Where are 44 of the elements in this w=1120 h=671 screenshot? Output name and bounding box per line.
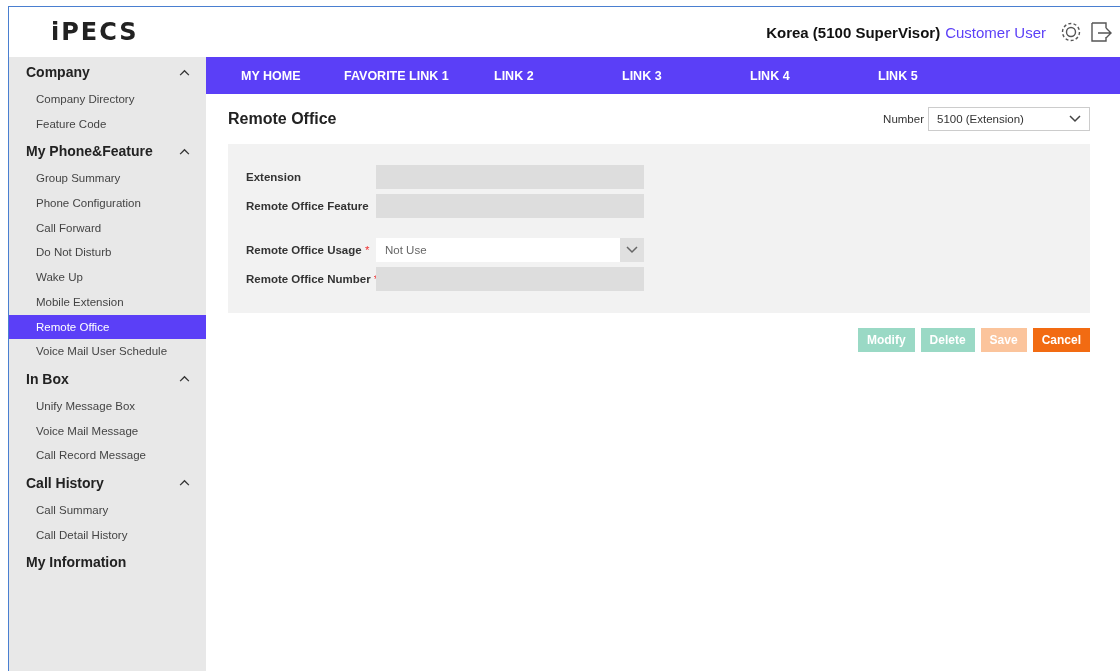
nav-link[interactable]: LINK 4 <box>750 68 878 83</box>
user-context: Korea (5100 SuperVisor) <box>766 23 941 41</box>
caret-icon[interactable] <box>179 479 190 487</box>
nav-link[interactable]: MY HOME <box>241 68 344 83</box>
sidebar-item[interactable]: Wake Up <box>9 265 206 290</box>
sidebar-item[interactable]: Do Not Disturb <box>9 240 206 266</box>
sidebar-item[interactable]: Phone Configuration <box>9 191 206 216</box>
sidebar-group-header[interactable]: In Box <box>9 363 206 394</box>
nav-link[interactable]: FAVORITE LINK 1 <box>344 68 494 83</box>
chevron-icon[interactable] <box>626 245 638 254</box>
field-label: Number <box>883 113 924 125</box>
caret-icon[interactable] <box>179 147 190 155</box>
sidebar-item[interactable]: Call Detail History <box>9 522 206 548</box>
sidebar-item[interactable]: Remote Office <box>9 314 206 340</box>
user-name-link[interactable]: Customer User <box>945 23 1046 41</box>
field-label: Remote Office Usage * <box>246 243 371 256</box>
nav-link[interactable]: LINK 5 <box>878 68 918 83</box>
sidebar-item[interactable]: Company Directory <box>9 87 206 112</box>
sidebar-group-header[interactable]: Company <box>9 57 206 87</box>
sidebar-item[interactable]: Call Forward <box>9 215 206 241</box>
sidebar-item[interactable]: Mobile Extension <box>9 289 206 315</box>
sidebar-group-header[interactable]: Call History <box>9 467 206 498</box>
field-label: Remote Office Feature <box>246 199 370 212</box>
usage-dropdown[interactable]: Not Use <box>376 237 644 262</box>
caret-icon[interactable] <box>179 68 190 76</box>
sidebar-item[interactable]: Voice Mail Message <box>9 418 206 444</box>
sidebar-group-header[interactable]: My Phone&Feature <box>9 136 206 167</box>
settings-icon[interactable] <box>1060 21 1082 43</box>
logout-icon[interactable] <box>1090 21 1112 43</box>
number-dropdown[interactable]: 5100 (Extension) <box>928 107 1090 131</box>
sidebar-item[interactable]: Feature Code <box>9 111 206 137</box>
page-title: Remote Office <box>228 110 337 128</box>
sidebar-item[interactable]: Voice Mail User Schedule <box>9 339 206 364</box>
caret-icon[interactable] <box>179 375 190 383</box>
sidebar-item[interactable]: Unify Message Box <box>9 393 206 419</box>
logo: iPECS <box>51 18 139 46</box>
sidebar-item[interactable]: Call Record Message <box>9 443 206 468</box>
sidebar-item[interactable]: Group Summary <box>9 166 206 192</box>
nav-link[interactable]: LINK 3 <box>622 68 750 83</box>
field-label: Extension <box>246 170 302 183</box>
sidebar-item[interactable]: Call Summary <box>9 497 206 523</box>
chevron-icon[interactable] <box>1069 115 1081 123</box>
sidebar-group-header[interactable]: My Information <box>9 547 206 578</box>
nav-link[interactable]: LINK 2 <box>494 68 622 83</box>
